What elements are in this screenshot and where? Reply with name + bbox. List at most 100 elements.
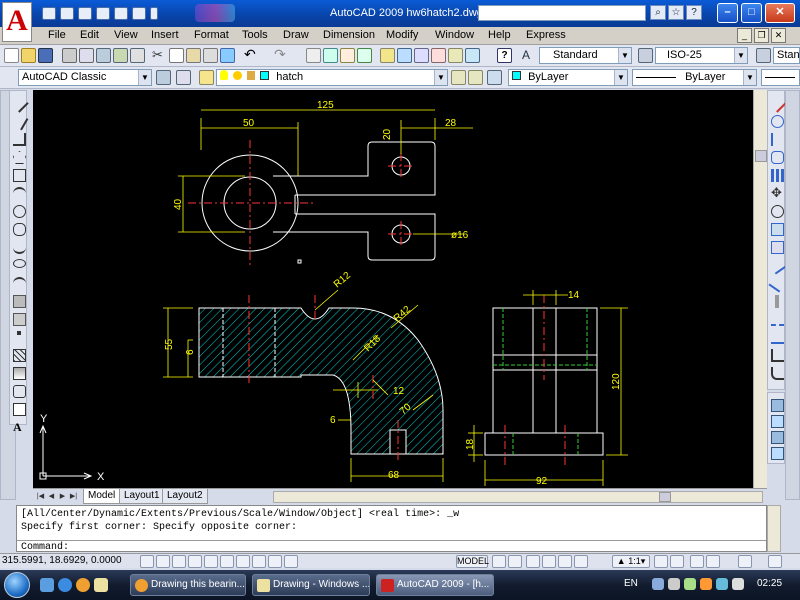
spline-icon[interactable]	[13, 241, 26, 254]
layer-previous-icon[interactable]	[468, 70, 483, 85]
last-tab-icon[interactable]: ▶|	[68, 491, 79, 502]
rectangle-icon[interactable]	[13, 169, 26, 182]
vertical-scroll-thumb[interactable]	[755, 150, 767, 162]
folder-icon[interactable]	[94, 578, 108, 592]
save-file-icon[interactable]	[38, 48, 53, 63]
extend-icon[interactable]	[768, 274, 787, 293]
menu-help[interactable]: Help	[488, 29, 511, 41]
gradient-icon[interactable]	[13, 367, 26, 380]
open-icon[interactable]	[60, 7, 74, 20]
menu-dimension[interactable]: Dimension	[323, 29, 375, 41]
first-tab-icon[interactable]: |◀	[35, 491, 46, 502]
language-indicator[interactable]: EN	[624, 578, 638, 589]
menu-express[interactable]: Express	[526, 29, 566, 41]
layer-states-icon[interactable]	[487, 70, 502, 85]
redo-icon[interactable]	[132, 7, 146, 20]
object-snap-tracking-icon[interactable]	[220, 555, 234, 568]
doc-close-button[interactable]: ✕	[771, 28, 786, 43]
tray-icon[interactable]	[684, 578, 696, 590]
undo-icon[interactable]	[114, 7, 128, 20]
3d-dwf-icon[interactable]	[113, 48, 128, 63]
auto-scale-icon[interactable]	[670, 555, 684, 568]
layer-dropdown[interactable]: hatch ▼	[216, 69, 448, 86]
search-icon[interactable]: ⌕	[650, 5, 666, 20]
stretch-icon[interactable]	[771, 241, 784, 254]
ellipse-arc-icon[interactable]	[13, 277, 26, 290]
task-windows-explorer[interactable]: Drawing - Windows ...	[252, 574, 370, 596]
vertical-scrollbar[interactable]	[753, 90, 767, 488]
annotation-visibility-icon[interactable]	[654, 555, 668, 568]
chamfer-icon[interactable]	[771, 349, 784, 362]
bring-above-icon[interactable]	[771, 431, 784, 444]
lineweight-dropdown[interactable]	[761, 69, 800, 86]
cut-icon[interactable]: ✂	[152, 48, 167, 63]
plot-preview-icon[interactable]	[79, 48, 94, 63]
show-desktop-icon[interactable]	[40, 578, 54, 592]
ellipse-icon[interactable]	[13, 259, 26, 268]
start-button[interactable]	[4, 572, 30, 598]
construction-line-icon[interactable]	[10, 112, 29, 131]
help-toolbar-icon[interactable]: ?	[497, 48, 512, 63]
ortho-mode-icon[interactable]	[172, 555, 186, 568]
fillet-icon[interactable]	[771, 367, 784, 380]
color-dropdown[interactable]: ByLayer ▼	[508, 69, 628, 86]
break-icon[interactable]	[771, 313, 784, 326]
publish-icon[interactable]	[96, 48, 111, 63]
dynamic-input-icon[interactable]	[252, 555, 266, 568]
lineweight-icon[interactable]	[268, 555, 282, 568]
internet-explorer-icon[interactable]	[58, 578, 72, 592]
polyline-icon[interactable]	[13, 133, 26, 146]
new-icon[interactable]	[42, 7, 56, 20]
trim-icon[interactable]	[768, 256, 787, 275]
insert-block-icon[interactable]	[13, 295, 26, 308]
line-icon[interactable]	[10, 94, 29, 113]
open-file-icon[interactable]	[21, 48, 36, 63]
menu-modify[interactable]: Modify	[386, 29, 418, 41]
volume-icon[interactable]	[732, 578, 744, 590]
star-icon[interactable]: ☆	[668, 5, 684, 20]
menu-window[interactable]: Window	[435, 29, 474, 41]
menu-view[interactable]: View	[114, 29, 138, 41]
send-under-icon[interactable]	[771, 447, 784, 460]
doc-minimize-button[interactable]: _	[737, 28, 752, 43]
quick-view-drawings-icon[interactable]	[508, 555, 522, 568]
quick-properties-icon[interactable]	[284, 555, 298, 568]
menu-insert[interactable]: Insert	[151, 29, 179, 41]
command-window[interactable]: [All/Center/Dynamic/Extents/Previous/Sca…	[16, 505, 767, 553]
tray-icon[interactable]	[700, 578, 712, 590]
send-to-back-icon[interactable]	[771, 415, 784, 428]
workspace-dropdown[interactable]: AutoCAD Classic ▼	[18, 69, 152, 86]
firefox-icon[interactable]	[76, 578, 90, 592]
qnew-icon[interactable]	[4, 48, 19, 63]
table-icon[interactable]	[13, 403, 26, 416]
circle-icon[interactable]	[13, 205, 26, 218]
menu-format[interactable]: Format	[194, 29, 229, 41]
clock[interactable]: 02:25	[757, 578, 782, 589]
close-button[interactable]: ✕	[765, 3, 795, 23]
match-properties-icon[interactable]	[203, 48, 218, 63]
tray-icon[interactable]	[668, 578, 680, 590]
pan-status-icon[interactable]	[526, 555, 540, 568]
offset-icon[interactable]	[771, 151, 784, 164]
menu-edit[interactable]: Edit	[80, 29, 99, 41]
save-workspace-icon[interactable]	[176, 70, 191, 85]
menu-tools[interactable]: Tools	[242, 29, 268, 41]
clean-screen-icon[interactable]	[768, 555, 782, 568]
polar-tracking-icon[interactable]	[188, 555, 202, 568]
zoom-previous-icon[interactable]	[357, 48, 372, 63]
snap-mode-icon[interactable]	[140, 555, 154, 568]
task-firefox[interactable]: Drawing this bearin...	[130, 574, 246, 596]
horizontal-scroll-thumb[interactable]	[659, 492, 671, 502]
linetype-dropdown[interactable]: ByLayer ▼	[632, 69, 757, 86]
next-tab-icon[interactable]: ▶	[57, 491, 68, 502]
autocad-logo-icon[interactable]: A	[2, 2, 32, 42]
point-icon[interactable]	[17, 331, 21, 335]
qa-dropdown-icon[interactable]	[150, 7, 158, 20]
zoom-window-icon[interactable]	[340, 48, 355, 63]
model-space-button[interactable]: MODEL	[456, 555, 489, 568]
bring-to-front-icon[interactable]	[771, 399, 784, 412]
make-block-icon[interactable]	[13, 313, 26, 326]
zoom-status-icon[interactable]	[542, 555, 556, 568]
mirror-icon[interactable]	[771, 133, 784, 146]
lock-ui-icon[interactable]	[706, 555, 720, 568]
